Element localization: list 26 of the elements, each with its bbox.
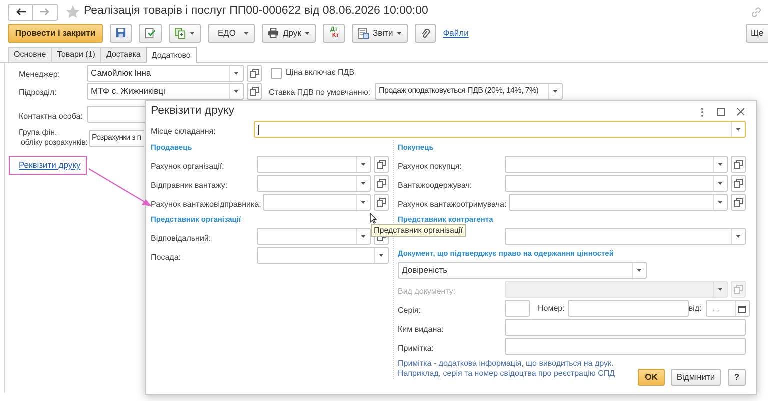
field-label: Примітка: [398, 344, 434, 352]
field-label: Група фін. [19, 128, 58, 138]
field-label: Серія: [398, 306, 422, 314]
field-label: Ставка ПДВ по умовчанню: [269, 88, 371, 97]
date-label: від: [688, 302, 702, 314]
tooltip: Представник організації [371, 224, 466, 237]
field-label: Вид документу: [398, 286, 456, 296]
field-label: Рахунок організації: [151, 162, 224, 170]
field-label: Рахунок вантажовідправника: [151, 200, 262, 208]
field-label: Менеджер: [19, 70, 60, 79]
field-label: Підрозділ: [19, 88, 57, 97]
field-label: Посада: [151, 252, 181, 262]
field-label: Рахунок покупця: [398, 162, 462, 170]
field-label: обліку розрахунків: [20, 138, 88, 148]
window-title: Реалізація товарів і послуг ПП00-000622 від 08.06.2026 10:00:00 [84, 4, 428, 20]
dialog-title: Реквізити друку [151, 104, 234, 120]
field-label: Ким видана: [398, 324, 444, 334]
checkbox-label: Ціна включає ПДВ [286, 67, 355, 79]
field-label: Відповідальний: [151, 234, 212, 242]
field-label: Відправник вантажу: [151, 180, 228, 190]
field-label: Вантажоодержувач: [398, 180, 472, 190]
field-label: Місце складання: [151, 126, 216, 136]
number-label: Номер: [538, 302, 565, 314]
note-text: Примітка - додаткова інформація, що виводиться на друк. Наприклад, серія та номер свідоцтва про реєстрацію СПД [398, 359, 616, 379]
field-label: Контактна особа: [19, 112, 83, 120]
field-label: Рахунок вантажоотримувача: [398, 200, 507, 208]
